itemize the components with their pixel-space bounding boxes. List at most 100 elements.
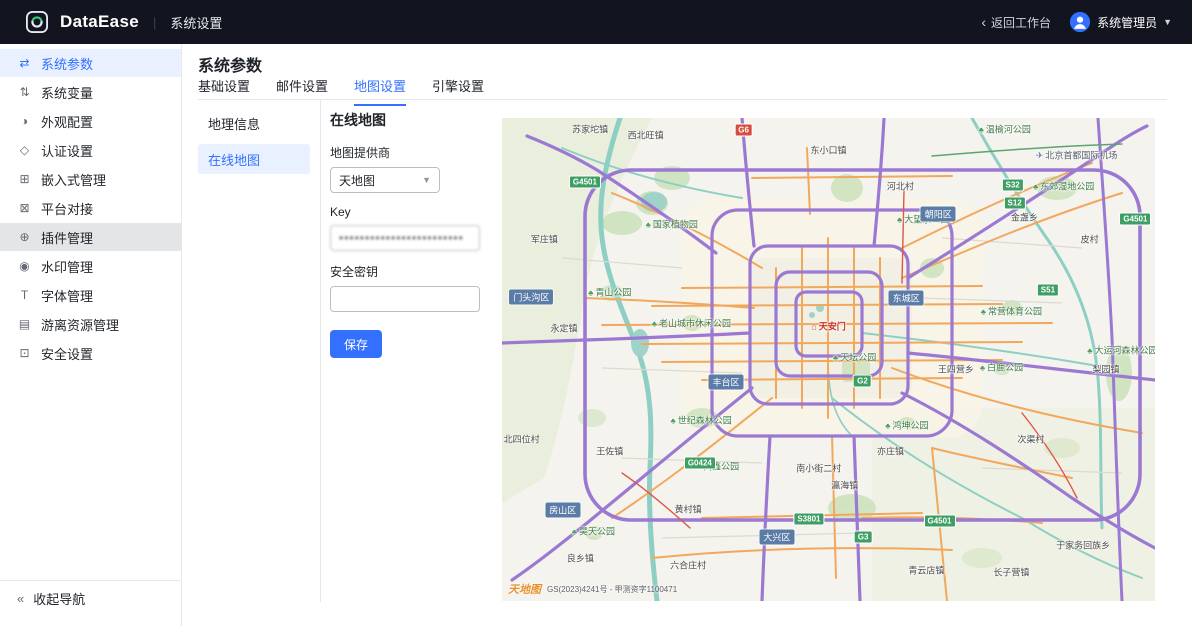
sidebar-item-label: 认证设置 [41,143,94,159]
subnav-item-2[interactable]: 在线地图 [198,144,310,174]
sidebar-item-label: 安全设置 [41,346,94,362]
map-label: 亦庄镇 [877,446,905,457]
map-label: 黄村镇 [674,504,702,515]
topbar-nav-title: 系统设置 [170,15,223,31]
map-label: 白鹿公园 [980,360,1023,373]
tab-3[interactable]: 地图设置 [354,76,407,106]
sidebar-item-4[interactable]: ◇ 认证设置 [0,136,181,164]
back-label: 返回工作台 [991,15,1052,30]
sidebar-item-label: 外观配置 [41,114,94,130]
collapse-icon: « [17,591,25,606]
tabs: 基础设置 邮件设置 地图设置 引擎设置 [198,76,484,106]
save-button[interactable]: 保存 [330,330,382,358]
key-label: Key [330,205,351,219]
sidebar-item-label: 嵌入式管理 [41,172,107,188]
map-label: 于家务回族乡 [1056,540,1111,551]
sidebar: ⇄ 系统参数 ⇅ 系统变量 ◑ 外观配置 ◇ 认证设置 ⊞ 嵌入式管理 ⊠ 平台对接 ⊕ 插件管理 ◉ 水印管… [0,44,182,626]
chevron-down-icon: ▼ [422,175,431,185]
map-attribution: 天地图 GS(2023)4241号 - 甲测资字1100471 [508,581,677,597]
map-label: 梨园镇 [1092,364,1120,375]
collapse-nav-button[interactable]: « 收起导航 [0,580,181,616]
map-label: 皮村 [1080,234,1099,245]
road-badge: G4501 [1119,212,1152,226]
road-badge: G3 [853,530,873,544]
plugin-icon: ⊕ [19,230,30,244]
district-badge: 房山区 [545,502,581,518]
sidebar-item-label: 系统变量 [41,85,94,101]
brand-name: DataEase [60,12,139,31]
sidebar-item-3[interactable]: ◑ 外观配置 [0,107,181,135]
collapse-label: 收起导航 [33,592,86,607]
map-label: 世纪森林公园 [671,413,732,426]
platform-icon: ⊠ [19,201,30,215]
map-label: 六合庄村 [670,560,707,571]
road-badge: S51 [1036,283,1060,297]
district-badge: 大兴区 [759,529,795,545]
map-label: 大运河森林公园 [1087,343,1155,356]
map-label: 南小街二村 [796,463,842,474]
road-badge: G4501 [568,175,601,189]
user-menu[interactable]: 系统管理员 ▼ [1069,11,1172,33]
sidebar-item-10[interactable]: ▤ 游离资源管理 [0,310,181,338]
avatar [1069,11,1091,33]
tab-1[interactable]: 基础设置 [198,76,250,106]
map-label: 次渠村 [1017,434,1045,445]
map-label: 西北旺镇 [627,130,664,141]
security-icon: ⊡ [19,346,30,360]
sidebar-item-label: 水印管理 [41,259,94,275]
map-label: 王四营乡 [937,364,974,375]
secret-key-input[interactable] [330,286,480,312]
online-map-form: 在线地图 地图提供商 天地图 ▼ Key 安全密钥 保存 [330,110,495,358]
map-label: 天安门 [811,319,846,332]
road-badge: G2 [853,374,872,388]
map-label: 鸿坤公园 [885,418,928,431]
back-to-workspace-link[interactable]: ‹ 返回工作台 [981,14,1051,31]
map-settings-subnav: 地理信息 在线地图 [198,108,310,180]
map-label: 青山公园 [588,285,631,298]
subnav-item-1[interactable]: 地理信息 [198,108,310,138]
map-label: 良乡镇 [566,553,594,564]
sidebar-item-11[interactable]: ⊡ 安全设置 [0,339,181,367]
map-label: 国家植物园 [646,218,698,231]
map-label: 金盏乡 [1010,212,1038,223]
map-label: 河北村 [886,181,914,192]
secret-key-label: 安全密钥 [330,265,379,279]
provider-selected-value: 天地图 [339,173,376,188]
sidebar-nav: ⇄ 系统参数 ⇅ 系统变量 ◑ 外观配置 ◇ 认证设置 ⊞ 嵌入式管理 ⊠ 平台对接 ⊕ 插件管理 ◉ 水印管… [0,44,181,367]
key-input[interactable] [330,225,480,251]
map-label: 天坛公园 [833,351,876,364]
map-label: 北四位村 [503,434,540,445]
map-label: 东郊湿地公园 [1033,179,1094,192]
district-badge: 门头沟区 [509,289,554,305]
auth-icon: ◇ [19,143,30,157]
variables-icon: ⇅ [19,85,30,99]
sidebar-item-8[interactable]: ◉ 水印管理 [0,252,181,280]
map-label: 长子营镇 [993,567,1030,578]
form-heading: 在线地图 [330,112,386,128]
sidebar-item-1[interactable]: ⇄ 系统参数 [0,49,181,77]
appearance-icon: ◑ [20,114,29,128]
map-license-text: GS(2023)4241号 - 甲测资字1100471 [547,584,678,594]
chevron-down-icon: ▼ [1163,17,1172,27]
sidebar-item-2[interactable]: ⇅ 系统变量 [0,78,181,106]
map-provider-select[interactable]: 天地图 ▼ [330,167,440,193]
dataease-logo-icon [26,11,48,33]
main-content: 系统参数 基础设置 邮件设置 地图设置 引擎设置 地理信息 在线地图 在线地图 地图提供… [182,44,1192,626]
sidebar-item-label: 平台对接 [41,201,94,217]
road-badge: S12 [1003,196,1026,210]
sidebar-item-5[interactable]: ⊞ 嵌入式管理 [0,165,181,193]
sidebar-item-7[interactable]: ⊕ 插件管理 [0,223,181,251]
tab-4[interactable]: 引擎设置 [432,76,484,106]
sidebar-item-label: 系统参数 [41,56,94,72]
map-canvas[interactable]: 苏家坨镇西北旺镇东小口镇温榆河公园北京首都国际机场金盏乡东郊湿地公园大望京公园河… [502,118,1155,601]
map-label: 军庄镇 [530,234,558,245]
district-badge: 东城区 [888,290,924,306]
chevron-left-icon: ‹ [981,14,987,30]
sidebar-item-6[interactable]: ⊠ 平台对接 [0,194,181,222]
tianditu-logo: 天地图 [508,584,541,596]
font-icon: T [20,288,29,302]
user-name: 系统管理员 [1097,15,1158,30]
district-badge: 朝阳区 [920,206,956,222]
sidebar-item-label: 字体管理 [41,288,94,304]
sidebar-item-9[interactable]: T 字体管理 [0,281,181,309]
